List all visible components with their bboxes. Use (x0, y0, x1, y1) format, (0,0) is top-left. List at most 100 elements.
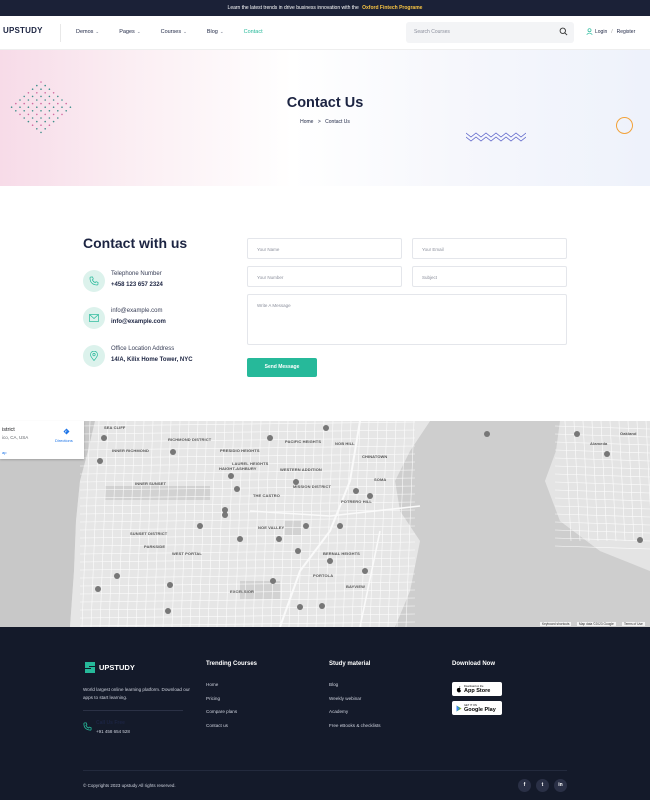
nav-item-blog[interactable]: Blog ⌄ (207, 29, 224, 35)
auth-separator: / (611, 28, 613, 35)
search-input[interactable]: Search Courses (406, 22, 574, 43)
map-label: BAYVIEW (346, 584, 366, 589)
map-label: PRESIDIO HEIGHTS (220, 448, 260, 453)
map-label: POTRERO HILL (341, 499, 372, 504)
map-label: BERNAL HEIGHTS (323, 551, 360, 556)
footer-link-weekly-webinar[interactable]: Weekly webinar (329, 696, 361, 701)
map-label: SOMA (374, 477, 387, 482)
footer-bottom-divider (83, 770, 567, 771)
register-link[interactable]: Register (617, 29, 636, 35)
map-graphic[interactable] (0, 421, 650, 627)
search-icon[interactable] (559, 27, 568, 36)
facebook-icon[interactable]: f (518, 779, 531, 792)
announcement-highlight-link[interactable]: Oxford Fintech Programe (362, 5, 422, 11)
contact-value[interactable]: info@example.com (111, 319, 166, 325)
map-label: RICHMOND DISTRICT (168, 437, 212, 442)
copyright-text: © Copyrights 2023 upstudy All rights res… (83, 783, 176, 788)
chevron-down-icon: ⌄ (136, 29, 141, 34)
subject-placeholder: Subject (422, 275, 438, 280)
footer-column-title: Download Now (452, 661, 495, 667)
map-label: WEST PORTAL (172, 551, 202, 556)
dot (19, 113, 21, 116)
footer-divider (83, 710, 183, 711)
twitter-icon[interactable]: t (536, 779, 549, 792)
call-title: Call Us Free (96, 720, 125, 726)
contact-label: Telephone Number (111, 271, 162, 277)
map-label: PARKSIDE (144, 544, 166, 549)
call-number[interactable]: +91 458 654 528 (96, 729, 130, 734)
dot (36, 92, 38, 94)
nav-item-contact[interactable]: Contact (244, 29, 263, 35)
nav-label: Blog (206, 29, 218, 35)
main-nav: Demos ⌄ Pages ⌄ Courses ⌄ Blog ⌄ Contact (76, 29, 283, 35)
dot (40, 131, 42, 134)
footer-link-home[interactable]: Home (206, 682, 218, 687)
email-field[interactable]: Your Email (412, 238, 567, 259)
map-data-attribution: Map data ©2023 Google (577, 622, 616, 626)
map-label: INNER SUNSET (135, 481, 166, 486)
apple-icon (456, 685, 461, 692)
nav-item-pages[interactable]: Pages ⌄ (119, 29, 140, 35)
name-placeholder: Your Name (257, 247, 280, 252)
site-logo[interactable]: UPSTUDY (3, 26, 43, 35)
message-field[interactable]: Write A Message (247, 294, 567, 345)
directions-icon[interactable] (63, 428, 70, 437)
footer-link-contact-us[interactable]: Contact us (206, 723, 228, 728)
dot (44, 113, 46, 116)
map-label: PORTOLA (313, 573, 334, 578)
phone-icon (83, 722, 92, 731)
directions-link[interactable]: Directions (55, 438, 73, 443)
map-terms-link[interactable]: Terms of Use (622, 622, 645, 626)
nav-item-courses[interactable]: Courses ⌄ (161, 29, 187, 35)
map-label: CHINATOWN (362, 454, 388, 459)
page-title: Contact Us (286, 95, 364, 111)
number-field[interactable]: Your Number (247, 266, 402, 287)
breadcrumb-home[interactable]: Home (300, 119, 313, 125)
send-message-button[interactable]: Send Message (247, 358, 317, 377)
footer-link-pricing[interactable]: Pricing (206, 696, 220, 701)
contact-heading: Contact with us (83, 235, 188, 251)
map-label: MISSION DISTRICT (293, 484, 332, 489)
name-field[interactable]: Your Name (247, 238, 402, 259)
map-place-card: istrict ico, CA, USA ap Directions (0, 421, 84, 459)
google-play-icon (456, 705, 462, 711)
login-link[interactable]: Login (595, 29, 607, 35)
footer-link-free-ebooks[interactable]: Free eBooks & checklists (329, 723, 381, 728)
footer-column-title: Trending Courses (206, 661, 258, 667)
map-keyboard-shortcuts[interactable]: Keyboard shortcuts (540, 622, 572, 626)
map-label: THE CASTRO (253, 493, 280, 498)
map-label: Alameda (590, 441, 608, 446)
contact-value: 14/A, Kilix Home Tower, NYC (111, 357, 193, 363)
footer-link-compare-plans[interactable]: Compare plans (206, 709, 237, 714)
site-footer (0, 627, 650, 800)
nav-label: Courses (160, 29, 182, 35)
nav-label: Contact (243, 29, 263, 35)
contact-label: Office Location Address (111, 346, 175, 352)
dot (27, 92, 30, 94)
map-label: PACIFIC HEIGHTS (285, 439, 322, 444)
email-placeholder: Your Email (422, 247, 444, 252)
app-store-badge[interactable]: Download on the App Store (452, 682, 502, 696)
contact-value[interactable]: +458 123 657 2324 (111, 282, 163, 288)
footer-link-academy[interactable]: Academy (329, 709, 348, 714)
map-label: EXCELSIOR (230, 589, 255, 594)
nav-item-demos[interactable]: Demos ⌄ (76, 29, 99, 35)
footer-logo[interactable]: UPSTUDY (84, 661, 135, 674)
footer-logo-text: UPSTUDY (99, 663, 135, 672)
contact-phone: Telephone Number +458 123 657 2324 (83, 270, 233, 294)
dot (31, 88, 34, 90)
map-label: INNER RICHMOND (112, 448, 149, 453)
contact-address: Office Location Address 14/A, Kilix Home… (83, 345, 233, 369)
map-embed[interactable]: SEA CLIFF RICHMOND DISTRICT PRESIDIO HEI… (0, 421, 650, 627)
dot (52, 113, 55, 116)
view-larger-map-link[interactable]: ap (2, 450, 6, 455)
linkedin-icon[interactable]: in (554, 779, 567, 792)
auth-links: Login / Register (586, 28, 635, 35)
chevron-down-icon: ⌄ (183, 29, 187, 34)
google-play-badge[interactable]: GET IT ON Google Play (452, 701, 502, 715)
dot (44, 84, 46, 87)
subject-field[interactable]: Subject (412, 266, 567, 287)
map-label: NOB HILL (335, 441, 355, 446)
footer-link-blog[interactable]: Blog (329, 682, 338, 687)
footer-description: World largest online learning platform. … (83, 687, 190, 700)
